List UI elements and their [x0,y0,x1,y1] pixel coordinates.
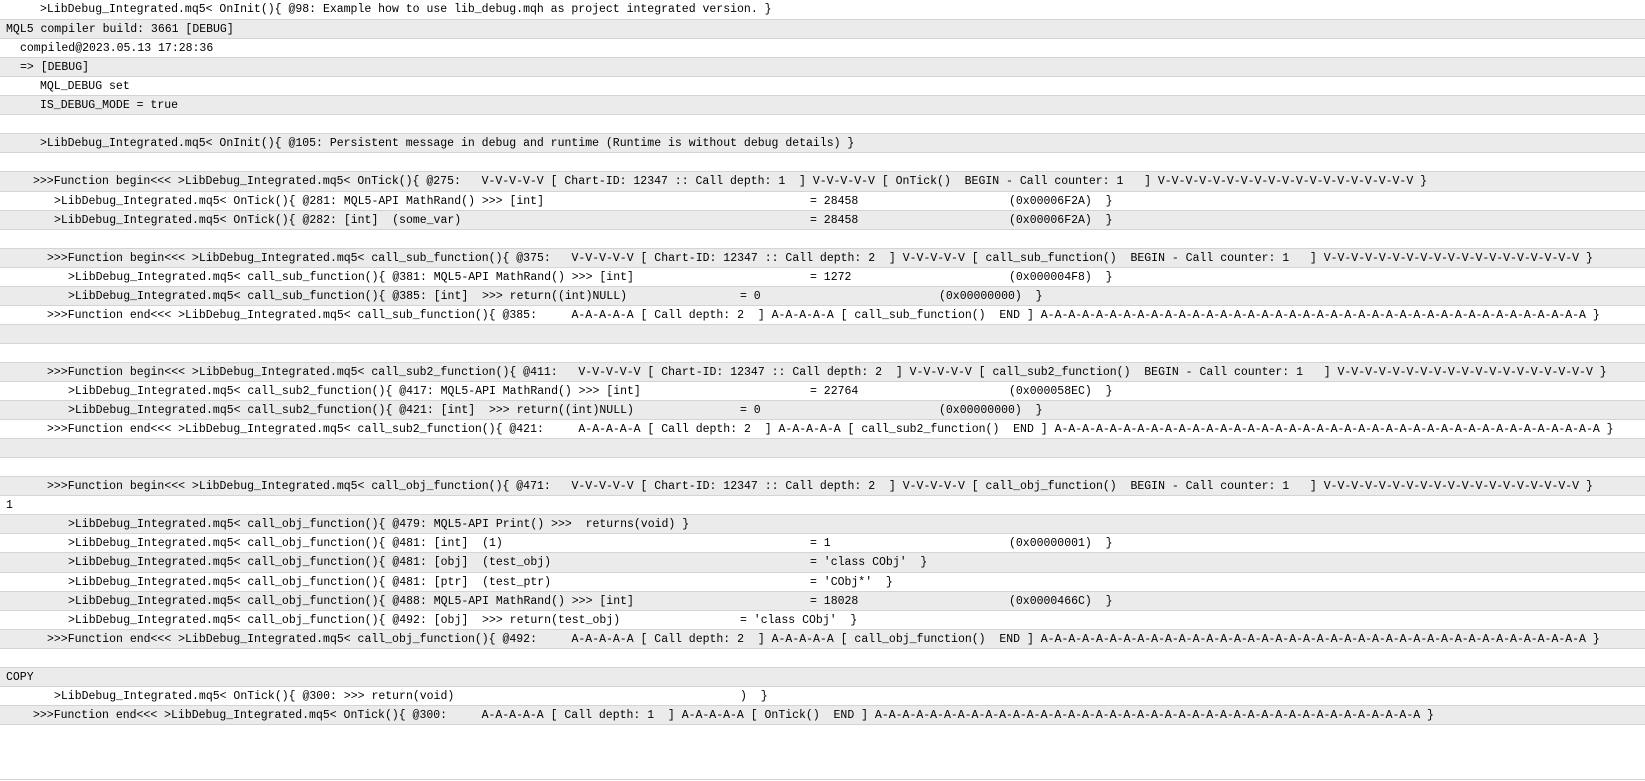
log-line[interactable]: >>>Function begin<<< >LibDebug_Integrate… [0,362,1645,382]
log-line-text: >LibDebug_Integrated.mq5< call_sub2_func… [68,385,641,398]
log-line-value: (0x0000466C) } [1009,595,1113,608]
log-line-empty[interactable] [0,343,1645,363]
log-line[interactable]: >LibDebug_Integrated.mq5< call_sub2_func… [0,400,1645,420]
log-line[interactable]: MQL_DEBUG set [0,76,1645,96]
log-line-text: >>>Function begin<<< >LibDebug_Integrate… [47,366,1607,379]
log-line-text: compiled@2023.05.13 17:28:36 [20,42,214,55]
log-line-value: (0x00000000) } [939,290,1043,303]
log-line[interactable]: MQL5 compiler build: 3661 [DEBUG] [0,19,1645,39]
log-line[interactable]: >LibDebug_Integrated.mq5< call_obj_funct… [0,572,1645,592]
log-line-value: = 1 [810,537,831,550]
log-line-empty[interactable] [0,457,1645,477]
log-line-value: = 1272 [810,271,852,284]
log-line-value: = 0 [740,404,761,417]
log-line-text: >LibDebug_Integrated.mq5< OnTick(){ @281… [54,195,544,208]
log-line-text: COPY [6,671,34,684]
log-line-value: (0x00000001) } [1009,537,1113,550]
log-line[interactable]: >>>Function end<<< >LibDebug_Integrated.… [0,629,1645,649]
log-line[interactable]: >>>Function begin<<< >LibDebug_Integrate… [0,476,1645,496]
log-line-value: (0x00006F2A) } [1009,195,1113,208]
log-line-value: = 18028 [810,595,859,608]
log-line[interactable]: >LibDebug_Integrated.mq5< OnInit(){ @98:… [0,0,1645,20]
log-line-text: >LibDebug_Integrated.mq5< OnTick(){ @300… [54,690,455,703]
log-line[interactable]: >>>Function begin<<< >LibDebug_Integrate… [0,171,1645,191]
log-line-empty[interactable] [0,324,1645,344]
log-line-empty[interactable] [0,229,1645,249]
log-line[interactable]: COPY [0,667,1645,687]
log-line-text: >LibDebug_Integrated.mq5< OnInit(){ @105… [40,137,855,150]
log-line-value: = 0 [740,290,761,303]
log-line[interactable]: >LibDebug_Integrated.mq5< call_sub2_func… [0,381,1645,401]
log-line[interactable]: >LibDebug_Integrated.mq5< call_obj_funct… [0,552,1645,572]
log-line[interactable]: IS_DEBUG_MODE = true [0,95,1645,115]
log-line-text: >>>Function begin<<< >LibDebug_Integrate… [33,175,1428,188]
log-line-empty[interactable] [0,724,1645,744]
log-line-text: >LibDebug_Integrated.mq5< call_obj_funct… [68,614,621,627]
log-line-value: = 22764 [810,385,859,398]
log-line-text: >>>Function end<<< >LibDebug_Integrated.… [47,309,1600,322]
log-line[interactable]: >LibDebug_Integrated.mq5< call_obj_funct… [0,514,1645,534]
log-line-text: >LibDebug_Integrated.mq5< OnInit(){ @98:… [40,3,772,16]
log-line[interactable]: >LibDebug_Integrated.mq5< call_sub_funct… [0,267,1645,287]
log-line[interactable]: >>>Function end<<< >LibDebug_Integrated.… [0,305,1645,325]
log-line-text: >LibDebug_Integrated.mq5< call_sub2_func… [68,404,634,417]
log-line[interactable]: >>>Function begin<<< >LibDebug_Integrate… [0,248,1645,268]
log-line-text: >LibDebug_Integrated.mq5< call_obj_funct… [68,576,552,589]
log-line-empty[interactable] [0,114,1645,134]
log-line-value: = 'class CObj' } [740,614,858,627]
log-line-text: 1 [6,499,13,512]
log-line[interactable]: >>>Function end<<< >LibDebug_Integrated.… [0,419,1645,439]
log-line-value: (0x00000000) } [939,404,1043,417]
log-line-text: => [DEBUG] [20,61,90,74]
log-line-value: = 28458 [810,214,859,227]
log-line-empty[interactable] [0,438,1645,458]
log-line[interactable]: >LibDebug_Integrated.mq5< OnTick(){ @300… [0,686,1645,706]
log-line[interactable]: >LibDebug_Integrated.mq5< OnInit(){ @105… [0,133,1645,153]
log-line[interactable]: >LibDebug_Integrated.mq5< OnTick(){ @281… [0,191,1645,211]
log-line-text: >>>Function end<<< >LibDebug_Integrated.… [33,709,1434,722]
log-line-text: MQL5 compiler build: 3661 [DEBUG] [6,23,234,36]
log-line[interactable]: >LibDebug_Integrated.mq5< call_obj_funct… [0,610,1645,630]
log-line[interactable]: >LibDebug_Integrated.mq5< call_sub_funct… [0,286,1645,306]
log-line-text: >>>Function end<<< >LibDebug_Integrated.… [47,423,1614,436]
debug-log-view[interactable]: >LibDebug_Integrated.mq5< OnInit(){ @98:… [0,0,1645,781]
log-line-text: >LibDebug_Integrated.mq5< call_obj_funct… [68,518,690,531]
log-line-value: (0x00006F2A) } [1009,214,1113,227]
log-line-text: >>>Function begin<<< >LibDebug_Integrate… [47,480,1593,493]
log-line-value: ) } [740,690,768,703]
log-line[interactable]: >LibDebug_Integrated.mq5< call_obj_funct… [0,591,1645,611]
log-line-value: = 'CObj*' } [810,576,893,589]
log-line[interactable]: => [DEBUG] [0,57,1645,77]
log-line-empty[interactable] [0,648,1645,668]
log-line-text: >LibDebug_Integrated.mq5< call_sub_funct… [68,271,634,284]
log-line-text: >LibDebug_Integrated.mq5< call_obj_funct… [68,537,503,550]
log-line[interactable]: compiled@2023.05.13 17:28:36 [0,38,1645,58]
log-line-text: MQL_DEBUG set [40,80,130,93]
log-line[interactable]: >LibDebug_Integrated.mq5< OnTick(){ @282… [0,210,1645,230]
log-line-value: (0x000004F8) } [1009,271,1113,284]
log-line-value: (0x000058EC) } [1009,385,1113,398]
log-line-text: >>>Function begin<<< >LibDebug_Integrate… [47,252,1593,265]
log-line-text: >LibDebug_Integrated.mq5< call_obj_funct… [68,595,634,608]
log-line-value: = 'class CObj' } [810,556,928,569]
log-line-text: IS_DEBUG_MODE = true [40,99,179,112]
log-line-text: >LibDebug_Integrated.mq5< OnTick(){ @282… [54,214,462,227]
log-line-text: >>>Function end<<< >LibDebug_Integrated.… [47,633,1600,646]
log-line[interactable]: >>>Function end<<< >LibDebug_Integrated.… [0,705,1645,725]
log-line-empty[interactable] [0,152,1645,172]
log-line[interactable]: 1 [0,495,1645,515]
log-line-value: = 28458 [810,195,859,208]
log-line[interactable]: >LibDebug_Integrated.mq5< call_obj_funct… [0,533,1645,553]
log-line-text: >LibDebug_Integrated.mq5< call_obj_funct… [68,556,552,569]
log-line-text: >LibDebug_Integrated.mq5< call_sub_funct… [68,290,627,303]
